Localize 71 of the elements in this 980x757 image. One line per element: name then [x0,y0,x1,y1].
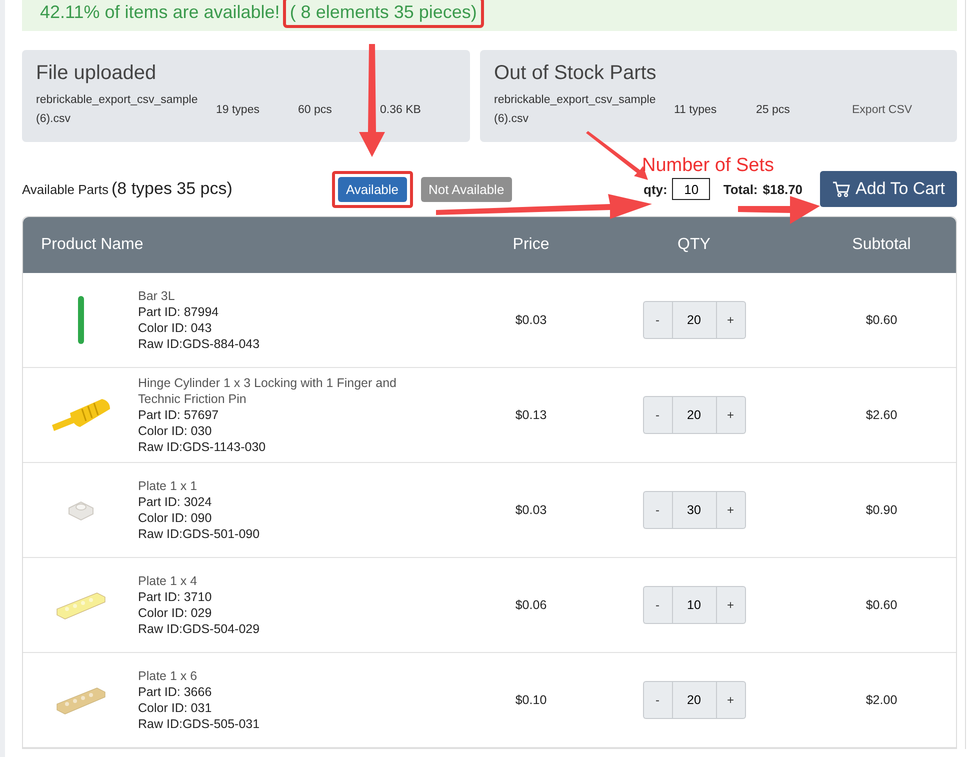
decrement-button[interactable]: - [642,396,672,434]
filter-button[interactable]: Available [338,176,407,202]
types-count: 11 types [674,104,718,116]
part-id: Part ID: 57697 [138,407,220,423]
section-summary: (8 types 35 pcs) [111,179,232,199]
qty-field[interactable]: 20 [672,681,716,719]
increment-button[interactable]: + [716,396,746,434]
cart-icon [832,180,850,198]
column-header: Product Name [41,236,144,254]
increment-button[interactable]: + [716,681,746,719]
file-name: rebrickable_export_csv_sample (6).csv [494,93,657,127]
section-label: Available Parts [22,182,108,197]
raw-id: Raw ID:GDS-1143-030 [138,439,267,455]
product-name[interactable]: Plate 1 x 4 [138,573,438,589]
raw-id: Raw ID:GDS-501-090 [138,526,261,542]
price-cell: $0.06 [515,598,547,612]
pieces-count: 25 pcs [756,104,791,116]
qty-input[interactable]: 10 [672,178,710,200]
price-cell: $0.13 [515,408,547,422]
add-to-cart-button[interactable]: Add To Cart [820,171,957,207]
subtotal-cell: $0.90 [866,503,898,517]
total-label: Total: [723,182,758,196]
column-header: Subtotal [852,236,911,254]
increment-button[interactable]: + [716,491,746,529]
availability-message: 42.11% of items are available! [40,2,280,23]
decrement-button[interactable]: - [642,301,672,339]
qty-field[interactable]: 20 [672,396,716,434]
price-cell: $0.03 [515,313,547,327]
color-id: Color ID: 029 [138,605,213,621]
product-name[interactable]: Plate 1 x 6 [138,668,438,684]
types-count: 19 types [216,104,260,116]
file-name: rebrickable_export_csv_sample (6).csv [36,93,199,127]
part-id: Part ID: 3024 [138,494,213,510]
subtotal-cell: $2.00 [866,693,898,707]
annotation-label: Number of Sets [642,155,774,177]
color-id: Color ID: 043 [138,320,213,336]
subtotal-cell: $0.60 [866,313,898,327]
pieces-count: 60 pcs [298,104,333,116]
increment-button[interactable]: + [716,586,746,624]
raw-id: Raw ID:GDS-504-029 [138,621,261,637]
product-name[interactable]: Bar 3L [138,288,438,304]
increment-button[interactable]: + [716,301,746,339]
decrement-button[interactable]: - [642,681,672,719]
card-title: Out of Stock Parts [494,62,658,85]
part-id: Part ID: 3710 [138,589,213,605]
color-id: Color ID: 031 [138,700,213,716]
column-header: QTY [678,236,710,254]
price-cell: $0.10 [515,693,547,707]
qty-field[interactable]: 10 [672,586,716,624]
raw-id: Raw ID:GDS-505-031 [138,716,261,732]
product-name[interactable]: Plate 1 x 1 [138,478,438,494]
raw-id: Raw ID:GDS-884-043 [138,336,261,352]
color-id: Color ID: 030 [138,423,213,439]
subtotal-cell: $0.60 [866,598,898,612]
decrement-button[interactable]: - [642,586,672,624]
decrement-button[interactable]: - [642,491,672,529]
column-header: Price [512,236,550,254]
file-size: 0.36 KB [380,104,421,116]
card-title: File uploaded [36,62,158,85]
qty-label: qty: [644,182,668,196]
qty-field[interactable]: 30 [672,491,716,529]
part-id: Part ID: 87994 [138,304,220,320]
total-value: $18.70 [762,182,803,196]
part-id: Part ID: 3666 [138,684,213,700]
price-cell: $0.03 [515,503,547,517]
product-name[interactable]: Hinge Cylinder 1 x 3 Locking with 1 Finger and Technic Friction Pin [138,375,438,407]
availability-count: ( 8 elements 35 pieces) [282,0,484,28]
subtotal-cell: $2.60 [866,408,898,422]
qty-field[interactable]: 20 [672,301,716,339]
export-csv-link[interactable]: Export CSV [852,104,912,116]
color-id: Color ID: 090 [138,510,213,526]
